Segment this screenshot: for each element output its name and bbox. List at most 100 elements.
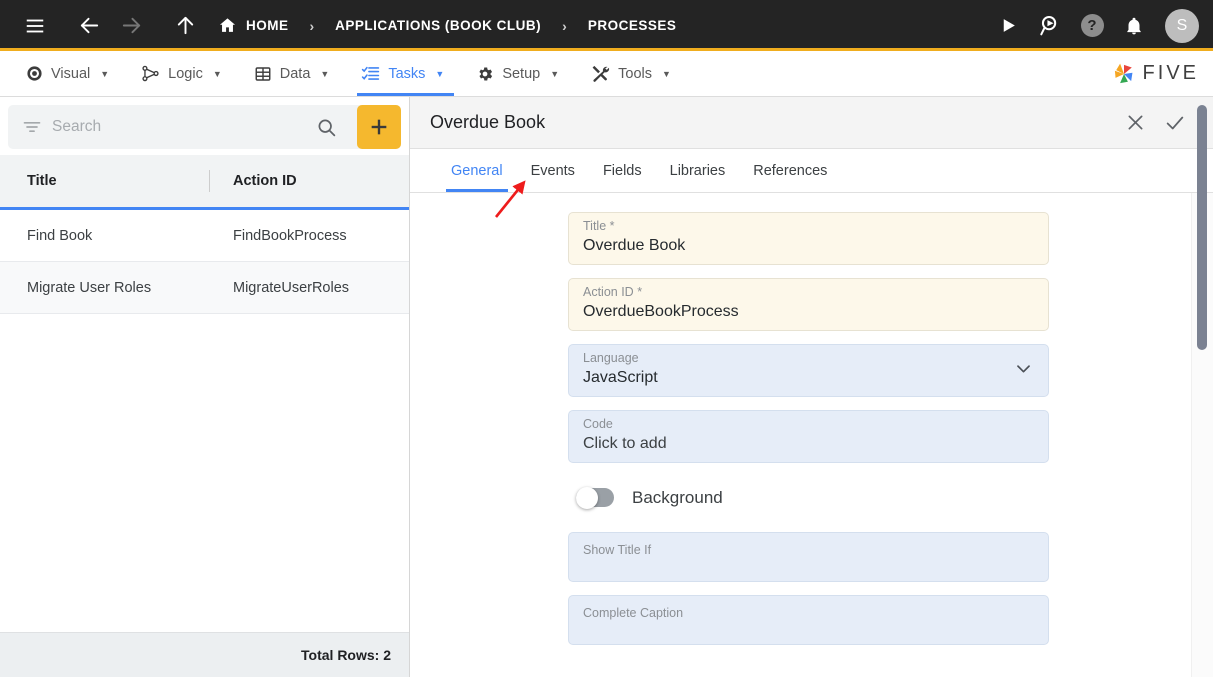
avatar[interactable]: S <box>1165 8 1199 43</box>
total-rows-label: Total Rows: 2 <box>301 647 391 663</box>
vertical-scrollbar[interactable] <box>1197 97 1207 677</box>
menu-item-data[interactable]: Data ▼ <box>238 51 346 96</box>
chevron-down-icon: ▼ <box>320 68 330 79</box>
field-label-code: Code <box>583 417 613 432</box>
search-input[interactable] <box>52 118 302 136</box>
form-fields-column: Title * Overdue Book Action ID * Overdue… <box>568 212 1049 645</box>
field-label-language: Language <box>583 351 639 366</box>
field-label-title: Title * <box>583 219 615 234</box>
check-icon[interactable] <box>1155 103 1195 143</box>
cell-action-id: MigrateUserRoles <box>233 279 350 296</box>
field-value-action-id: OverdueBookProcess <box>583 302 739 320</box>
chevron-down-icon[interactable] <box>1014 359 1033 383</box>
gear-icon <box>476 65 494 83</box>
table-row[interactable]: Migrate User Roles MigrateUserRoles <box>0 262 409 314</box>
filter-icon[interactable] <box>22 117 42 137</box>
field-label-action-id: Action ID * <box>583 285 643 300</box>
field-label-complete-caption: Complete Caption <box>583 606 684 620</box>
chevron-down-icon: ▼ <box>550 68 560 79</box>
menu-item-tools[interactable]: Tools ▼ <box>575 51 687 96</box>
tab-label-fields: Fields <box>602 162 642 179</box>
run-icon[interactable] <box>987 6 1029 46</box>
breadcrumb-item-home[interactable]: HOME <box>246 18 289 33</box>
help-icon[interactable]: ? <box>1071 6 1113 46</box>
field-complete-caption[interactable]: Complete Caption <box>568 595 1049 645</box>
detail-header: Overdue Book <box>410 97 1213 149</box>
top-navigation-bar: HOME › APPLICATIONS (BOOK CLUB) › PROCES… <box>0 0 1213 51</box>
chevron-down-icon: ▼ <box>100 68 110 79</box>
hamburger-menu-icon[interactable] <box>14 6 56 46</box>
chevron-down-icon: ▼ <box>435 68 445 79</box>
five-pinwheel-logo <box>1111 61 1137 87</box>
column-divider[interactable] <box>209 170 210 192</box>
tab-events[interactable]: Events <box>517 149 589 192</box>
menu-item-tasks[interactable]: Tasks ▼ <box>345 51 460 96</box>
tab-label-references: References <box>753 162 828 179</box>
field-title[interactable]: Title * Overdue Book <box>568 212 1049 265</box>
brand-name: FIVE <box>1142 62 1199 84</box>
background-toggle-label: Background <box>632 487 723 507</box>
nodes-graph-icon <box>141 64 160 83</box>
brand-logo: FIVE <box>1111 51 1213 96</box>
detail-tabs: General Events Fields Libraries Referenc… <box>410 149 1213 193</box>
page-title: Overdue Book <box>430 112 546 132</box>
process-list-panel: Title Action ID Find Book FindBookProces… <box>0 97 410 677</box>
field-action-id[interactable]: Action ID * OverdueBookProcess <box>568 278 1049 331</box>
chevron-down-icon: ▼ <box>212 68 222 79</box>
menu-label-tools: Tools <box>618 65 652 82</box>
background-toggle[interactable] <box>576 486 614 509</box>
breadcrumb: HOME › APPLICATIONS (BOOK CLUB) › PROCES… <box>218 16 676 35</box>
search-bar <box>8 105 401 149</box>
notifications-bell-icon[interactable] <box>1113 6 1155 46</box>
menu-item-visual[interactable]: Visual ▼ <box>10 51 125 96</box>
column-header-action-id[interactable]: Action ID <box>212 173 409 189</box>
menu-label-tasks: Tasks <box>388 65 426 82</box>
search-run-icon[interactable] <box>1029 6 1071 46</box>
table-footer: Total Rows: 2 <box>0 632 409 677</box>
table-row[interactable]: Find Book FindBookProcess <box>0 210 409 262</box>
cell-action-id: FindBookProcess <box>233 227 347 244</box>
tab-libraries[interactable]: Libraries <box>656 149 740 192</box>
scrollbar-thumb[interactable] <box>1197 105 1207 350</box>
field-language[interactable]: Language JavaScript <box>568 344 1049 397</box>
field-label-show-title-if: Show Title If <box>583 543 652 557</box>
chevron-down-icon: ▼ <box>662 68 671 79</box>
home-icon[interactable] <box>218 16 237 35</box>
background-toggle-row[interactable]: Background <box>568 476 1049 519</box>
breadcrumb-separator: › <box>309 17 315 34</box>
field-value-code: Click to add <box>583 434 667 452</box>
tab-references[interactable]: References <box>739 149 841 192</box>
close-icon[interactable] <box>1115 103 1155 143</box>
breadcrumb-item-applications[interactable]: APPLICATIONS (BOOK CLUB) <box>335 18 541 33</box>
cell-title: Find Book <box>27 227 93 244</box>
menu-item-setup[interactable]: Setup ▼ <box>460 51 575 96</box>
field-value-title: Overdue Book <box>583 236 686 254</box>
tab-label-general: General <box>451 162 503 179</box>
toggle-knob <box>576 486 598 509</box>
arrow-back-icon[interactable] <box>68 6 110 46</box>
column-header-title[interactable]: Title <box>0 173 212 189</box>
main-body: Title Action ID Find Book FindBookProces… <box>0 97 1213 677</box>
menu-label-visual: Visual <box>51 65 91 82</box>
tab-fields[interactable]: Fields <box>589 149 656 192</box>
cell-title: Migrate User Roles <box>27 279 152 296</box>
module-menu-bar: Visual ▼ Logic ▼ Data ▼ Tasks ▼ Setup ▼ … <box>0 51 1213 97</box>
table-grid-icon <box>254 65 272 83</box>
field-code[interactable]: Code Click to add <box>568 410 1049 463</box>
menu-label-data: Data <box>279 65 311 82</box>
general-form: Title * Overdue Book Action ID * Overdue… <box>410 193 1213 677</box>
breadcrumb-item-processes[interactable]: PROCESSES <box>588 18 677 33</box>
field-value-language: JavaScript <box>583 368 658 386</box>
detail-panel: Overdue Book General Events Fields Libra… <box>410 97 1213 677</box>
add-process-button[interactable] <box>357 105 401 149</box>
plus-icon <box>371 119 387 135</box>
menu-item-logic[interactable]: Logic ▼ <box>125 51 238 96</box>
tab-general[interactable]: General <box>437 149 517 192</box>
field-show-title-if[interactable]: Show Title If <box>568 532 1049 582</box>
tools-wrench-icon <box>591 64 610 83</box>
arrow-forward-icon <box>110 6 152 46</box>
arrow-up-icon[interactable] <box>164 6 206 46</box>
eye-icon <box>26 65 43 82</box>
search-icon[interactable] <box>312 117 341 138</box>
tab-label-libraries: Libraries <box>669 162 726 179</box>
